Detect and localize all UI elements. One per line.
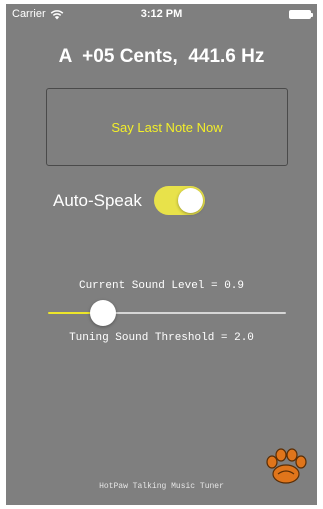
paw-logo-icon xyxy=(266,448,307,484)
autospeak-toggle[interactable] xyxy=(153,186,205,215)
threshold-slider[interactable] xyxy=(48,300,286,326)
battery-icon xyxy=(289,10,313,19)
say-last-note-label: Say Last Note Now xyxy=(111,119,223,135)
say-last-note-button[interactable]: Say Last Note Now xyxy=(46,88,288,166)
toggle-knob xyxy=(177,188,203,213)
current-sound-level: Current Sound Level = 0.9 xyxy=(78,280,245,292)
status-time: 3:12 PM xyxy=(140,8,183,20)
autospeak-label: Auto-Speak xyxy=(53,190,142,210)
autospeak-row: Auto-Speak xyxy=(53,186,205,215)
app-screen: Carrier 3:12 PM A +05 Cents, 441.6 Hz Sa… xyxy=(6,4,317,505)
tuning-readout: A +05 Cents, 441.6 Hz xyxy=(58,46,265,67)
tuning-threshold-label: Tuning Sound Threshold = 2.0 xyxy=(69,332,254,344)
status-bar: Carrier 3:12 PM xyxy=(6,4,317,24)
slider-thumb[interactable] xyxy=(90,300,116,326)
slider-track-max xyxy=(103,312,286,314)
